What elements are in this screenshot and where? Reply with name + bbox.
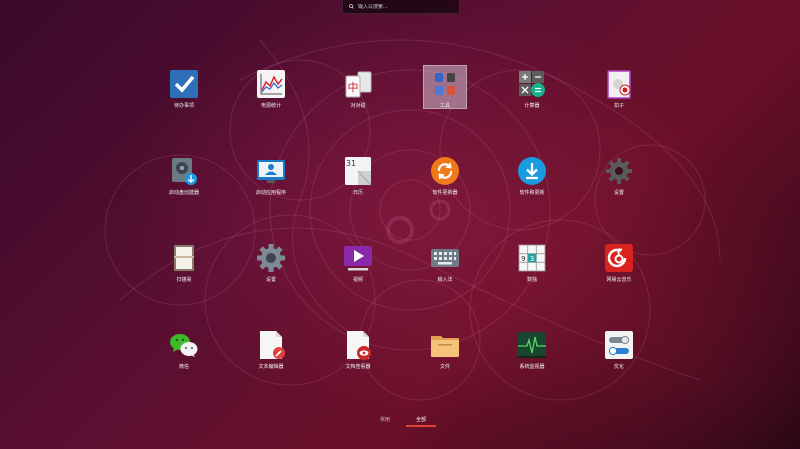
app-label: 软件更新器	[432, 190, 458, 196]
app-label: 文本编辑器	[258, 364, 284, 370]
gear-icon	[257, 244, 285, 272]
search-icon	[349, 4, 354, 9]
app-label: 软件和更新	[519, 190, 545, 196]
app-mahjong[interactable]: 中 对对碰	[321, 66, 395, 112]
app-label: 视频	[352, 277, 363, 283]
category-tabs: 常用 全部	[360, 416, 460, 430]
app-tools[interactable]: 工具	[408, 65, 482, 112]
app-scanner[interactable]: 扫描易	[147, 240, 221, 286]
svg-text:3: 3	[530, 255, 534, 263]
tools-folder-icon	[435, 73, 455, 95]
app-label: 启动应用程序	[255, 190, 286, 196]
gear-icon	[606, 158, 632, 184]
app-startup-disk-creator[interactable]: 启动盘创建器	[147, 153, 221, 199]
calculator-icon	[519, 71, 545, 97]
app-software-and-updates[interactable]: 软件和更新	[495, 153, 569, 199]
sudoku-grid-icon: 9 3	[518, 244, 546, 272]
app-calendar[interactable]: 31 日历	[321, 153, 395, 199]
app-netease-music[interactable]: 网易云音乐	[582, 240, 656, 286]
app-label: 系统监视器	[519, 364, 545, 370]
app-sudoku[interactable]: 9 3 数独	[495, 240, 569, 286]
app-label: 优化	[613, 364, 624, 370]
keyboard-icon	[431, 249, 459, 267]
scanner-icon	[174, 245, 194, 271]
app-document-viewer[interactable]: 文档查看器	[321, 327, 395, 373]
app-label: 文档查看器	[345, 364, 371, 370]
search-input[interactable]	[358, 3, 438, 10]
app-system-monitor[interactable]: 系统监视器	[495, 327, 569, 373]
app-label: 设置	[613, 190, 624, 196]
disk-download-icon	[172, 158, 197, 185]
app-label: 日历	[352, 190, 363, 196]
document-viewer-icon	[347, 331, 371, 360]
active-tab-indicator	[406, 425, 436, 427]
app-label: 输入法	[437, 277, 453, 283]
app-settings-dark[interactable]: 设置	[582, 153, 656, 199]
refresh-icon	[431, 157, 459, 185]
wallpaper-swirls	[104, 39, 721, 401]
app-label: 数独	[526, 277, 537, 283]
search-bar[interactable]	[342, 0, 460, 14]
app-label: 计算器	[524, 103, 540, 109]
svg-text:31: 31	[346, 159, 356, 168]
wechat-icon	[170, 334, 198, 357]
app-software-updater[interactable]: 软件更新器	[408, 153, 482, 199]
app-label: 待办事项	[173, 103, 194, 109]
mahjong-tile-icon: 中	[345, 71, 372, 98]
video-play-icon	[344, 246, 372, 271]
folder-icon	[431, 336, 459, 357]
app-text-editor[interactable]: 文本编辑器	[234, 327, 308, 373]
record-icon	[607, 70, 631, 99]
tab-frequent[interactable]: 常用	[380, 416, 390, 423]
calendar-icon: 31	[345, 157, 372, 186]
app-todo[interactable]: 待办事项	[147, 66, 221, 112]
app-files[interactable]: 文件	[408, 327, 482, 373]
app-settings[interactable]: 设置	[234, 240, 308, 286]
download-icon	[518, 157, 546, 185]
app-label: 扣子	[613, 103, 624, 109]
app-input-method[interactable]: 输入法	[408, 240, 482, 286]
app-tweaks[interactable]: 优化	[582, 327, 656, 373]
svg-text:9: 9	[521, 255, 525, 263]
system-monitor-icon	[518, 332, 546, 358]
app-label: 启动盘创建器	[168, 190, 199, 196]
app-label: 工具	[439, 103, 450, 109]
app-label: 电源统计	[260, 103, 281, 109]
text-editor-icon	[260, 331, 285, 359]
tab-all[interactable]: 全部	[416, 416, 426, 423]
monitor-user-icon	[257, 160, 285, 183]
app-label: 网易云音乐	[606, 277, 632, 283]
app-startup-applications[interactable]: 启动应用程序	[234, 153, 308, 199]
line-chart-icon	[257, 70, 285, 98]
app-label: 微信	[178, 364, 189, 370]
app-label: 设置	[265, 277, 276, 283]
app-wechat[interactable]: 微信	[147, 327, 221, 373]
app-video[interactable]: 视频	[321, 240, 395, 286]
app-label: 文件	[439, 364, 450, 370]
app-power-statistics[interactable]: 电源统计	[234, 66, 308, 112]
netease-music-icon	[605, 244, 633, 272]
svg-text:中: 中	[348, 81, 359, 94]
app-label: 对对碰	[350, 103, 366, 109]
app-kouzi[interactable]: 扣子	[582, 66, 656, 112]
checkmark-icon	[170, 70, 198, 98]
app-calculator[interactable]: 计算器	[495, 66, 569, 112]
app-label: 扫描易	[176, 277, 192, 283]
toggle-switches-icon	[605, 331, 633, 359]
